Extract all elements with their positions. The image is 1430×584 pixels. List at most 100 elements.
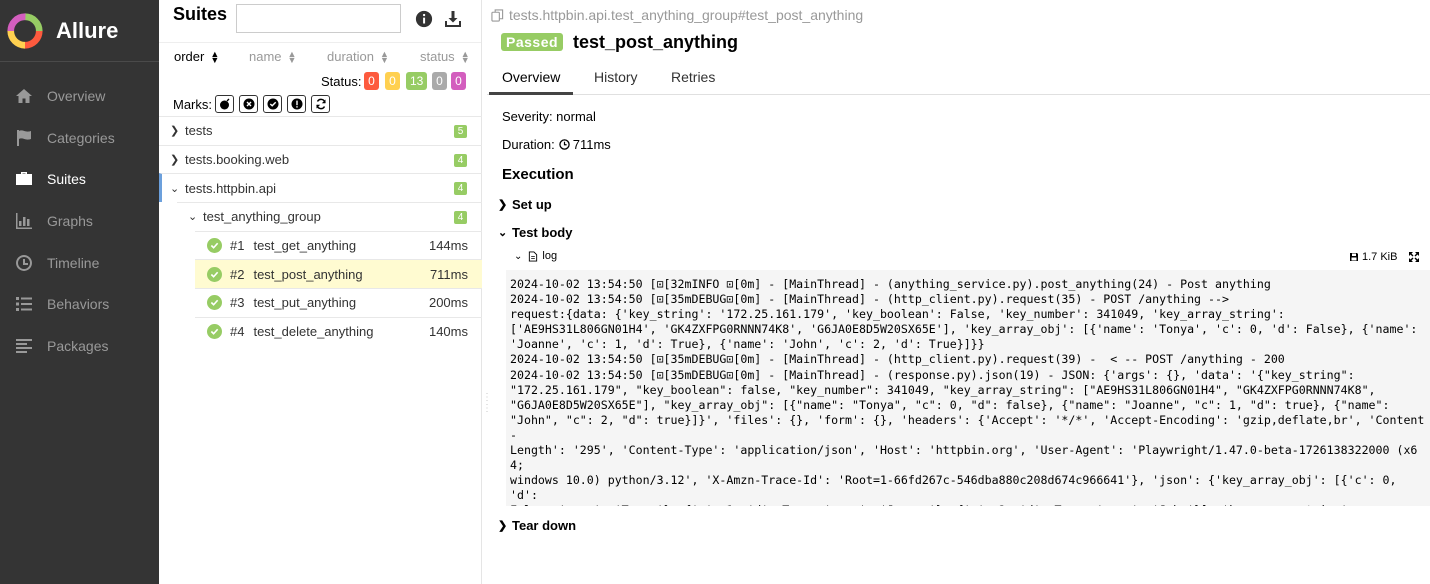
suite-count-badge: 5 — [454, 125, 467, 138]
list-icon — [16, 297, 32, 312]
download-icon[interactable] — [443, 9, 463, 29]
sidebar-item-timeline[interactable]: Timeline — [0, 242, 159, 284]
tree-test-row[interactable]: #1 test_get_anything 144ms — [195, 230, 482, 260]
status-passed-toggle[interactable]: 13 — [406, 72, 427, 90]
tab-retries[interactable]: Retries — [671, 69, 715, 85]
suite-name: tests.booking.web — [185, 152, 290, 168]
duration-value: 711ms — [572, 137, 611, 152]
tree-suite-row[interactable]: ❯ tests 5 — [159, 116, 482, 145]
sidebar-item-behaviors[interactable]: Behaviors — [0, 283, 159, 325]
status-failed-toggle[interactable]: 0 — [364, 72, 379, 90]
mark-flaky-toggle[interactable] — [215, 95, 234, 113]
test-number: #1 — [230, 238, 245, 254]
breadcrumb: tests.httpbin.api.test_anything_group#te… — [491, 7, 863, 23]
copy-icon[interactable] — [491, 8, 504, 22]
sort-status-button[interactable]: status ▲ ▼ — [420, 49, 470, 64]
suite-name: tests.httpbin.api — [185, 180, 277, 196]
attachment-size-text: 1.7 KiB — [1362, 251, 1398, 263]
suite-count-badge: 4 — [454, 153, 467, 167]
chevron-down-icon: ⌄ — [188, 211, 198, 224]
attachment-header[interactable]: ⌄ log — [514, 250, 557, 262]
info-icon[interactable] — [415, 10, 433, 28]
log-content: 2024-10-02 13:54:50 [⊡[32mINFO ⊡[0m] - [… — [506, 270, 1430, 506]
mark-new-broken-toggle[interactable] — [287, 95, 306, 113]
tree-test-row[interactable]: #2 test_post_anything 711ms — [195, 259, 482, 289]
passed-check-icon — [207, 266, 222, 282]
sidebar-item-label: Timeline — [47, 254, 100, 271]
passed-check-icon — [207, 324, 222, 340]
teardown-section-toggle[interactable]: ❯ Tear down — [498, 518, 576, 533]
bomb-icon — [219, 98, 229, 110]
sort-duration-label: duration — [327, 49, 374, 64]
tree-suite-row[interactable]: ❯ tests.booking.web 4 — [159, 144, 482, 174]
sidebar: Allure Overview Categories Suites Graphs… — [0, 0, 159, 584]
sidebar-item-label: Categories — [47, 129, 115, 146]
sidebar-item-graphs[interactable]: Graphs — [0, 200, 159, 242]
app-name: Allure — [56, 17, 119, 43]
marks-filter-label: Marks: — [173, 97, 212, 112]
sort-arrows-icon: ▲ ▼ — [460, 48, 470, 65]
sort-duration-button[interactable]: duration ▲ ▼ — [327, 49, 389, 64]
tab-history[interactable]: History — [594, 69, 638, 85]
sidebar-item-suites[interactable]: Suites — [0, 158, 159, 200]
sidebar-item-label: Overview — [47, 87, 106, 104]
tree-test-row[interactable]: #3 test_put_anything 200ms — [195, 288, 482, 317]
sort-status-label: status — [420, 49, 455, 64]
test-name: test_delete_anything — [253, 324, 374, 340]
tree-test-row[interactable]: #4 test_delete_anything 140ms — [195, 316, 482, 346]
test-body-section-toggle[interactable]: ⌄ Test body — [498, 225, 572, 240]
mark-new-failed-toggle[interactable] — [239, 95, 258, 113]
sort-order-button[interactable]: order ▲ ▼ — [174, 49, 219, 64]
tree-group-row[interactable]: ⌄ test_anything_group 4 — [177, 202, 482, 231]
pane-title: Suites — [173, 4, 228, 24]
expand-icon[interactable] — [1408, 251, 1420, 263]
chevron-right-icon: ❯ — [170, 125, 180, 138]
group-count-badge: 4 — [454, 211, 467, 225]
status-unknown-toggle[interactable]: 0 — [451, 72, 466, 90]
refresh-icon — [315, 98, 326, 110]
group-name: test_anything_group — [203, 209, 321, 225]
section-label: Tear down — [512, 518, 577, 533]
sidebar-item-packages[interactable]: Packages — [0, 325, 159, 367]
tree-list: ❯ tests 5 ❯ tests.booking.web 4 ⌄ tests.… — [159, 116, 482, 346]
sidebar-item-categories[interactable]: Categories — [0, 117, 159, 159]
save-icon — [1350, 253, 1358, 261]
test-number: #4 — [230, 324, 245, 340]
sidebar-item-overview[interactable]: Overview — [0, 75, 159, 117]
status-badge: Passed — [501, 33, 564, 51]
check-circle-icon — [267, 98, 278, 110]
passed-check-icon — [207, 295, 222, 311]
sort-name-button[interactable]: name ▲ ▼ — [249, 49, 296, 64]
test-name: test_put_anything — [253, 295, 357, 311]
marks-filter: Marks: — [159, 95, 482, 115]
sidebar-item-label: Packages — [47, 337, 109, 354]
sidebar-item-label: Suites — [47, 171, 86, 188]
attachment-size[interactable]: 1.7 KiB — [1349, 251, 1397, 263]
mark-new-passed-toggle[interactable] — [263, 95, 282, 113]
sidebar-item-label: Graphs — [47, 212, 93, 229]
brand[interactable]: Allure — [0, 0, 159, 62]
breadcrumb-text: tests.httpbin.api.test_anything_group#te… — [509, 7, 864, 23]
suite-count-badge: 4 — [454, 182, 467, 196]
sidebar-item-label: Behaviors — [47, 296, 110, 313]
sort-bar: order ▲ ▼ name ▲ ▼ duration ▲ ▼ status ▲ ▼ — [159, 42, 481, 70]
sort-arrows-icon: ▲ ▼ — [379, 48, 389, 65]
test-name: test_get_anything — [253, 238, 357, 254]
duration-label: Duration: — [502, 137, 555, 152]
search-input[interactable] — [236, 4, 401, 33]
sort-name-label: name — [249, 49, 282, 64]
setup-section-toggle[interactable]: ❯ Set up — [498, 197, 552, 212]
sidebar-nav: Overview Categories Suites Graphs Timeli… — [0, 62, 159, 367]
file-icon — [529, 250, 538, 262]
chevron-down-icon: ⌄ — [498, 227, 508, 239]
times-circle-icon — [243, 98, 254, 110]
status-broken-toggle[interactable]: 0 — [385, 72, 400, 90]
tree-suite-row[interactable]: ⌄ tests.httpbin.api 4 — [159, 173, 482, 203]
bar-chart-icon — [16, 212, 32, 229]
status-skipped-toggle[interactable]: 0 — [432, 72, 447, 90]
test-number: #3 — [230, 295, 245, 311]
test-name: test_post_anything — [253, 266, 363, 282]
tab-overview[interactable]: Overview — [502, 69, 560, 85]
mark-retries-toggle[interactable] — [311, 95, 330, 113]
sort-arrows-icon: ▲ ▼ — [210, 48, 220, 65]
